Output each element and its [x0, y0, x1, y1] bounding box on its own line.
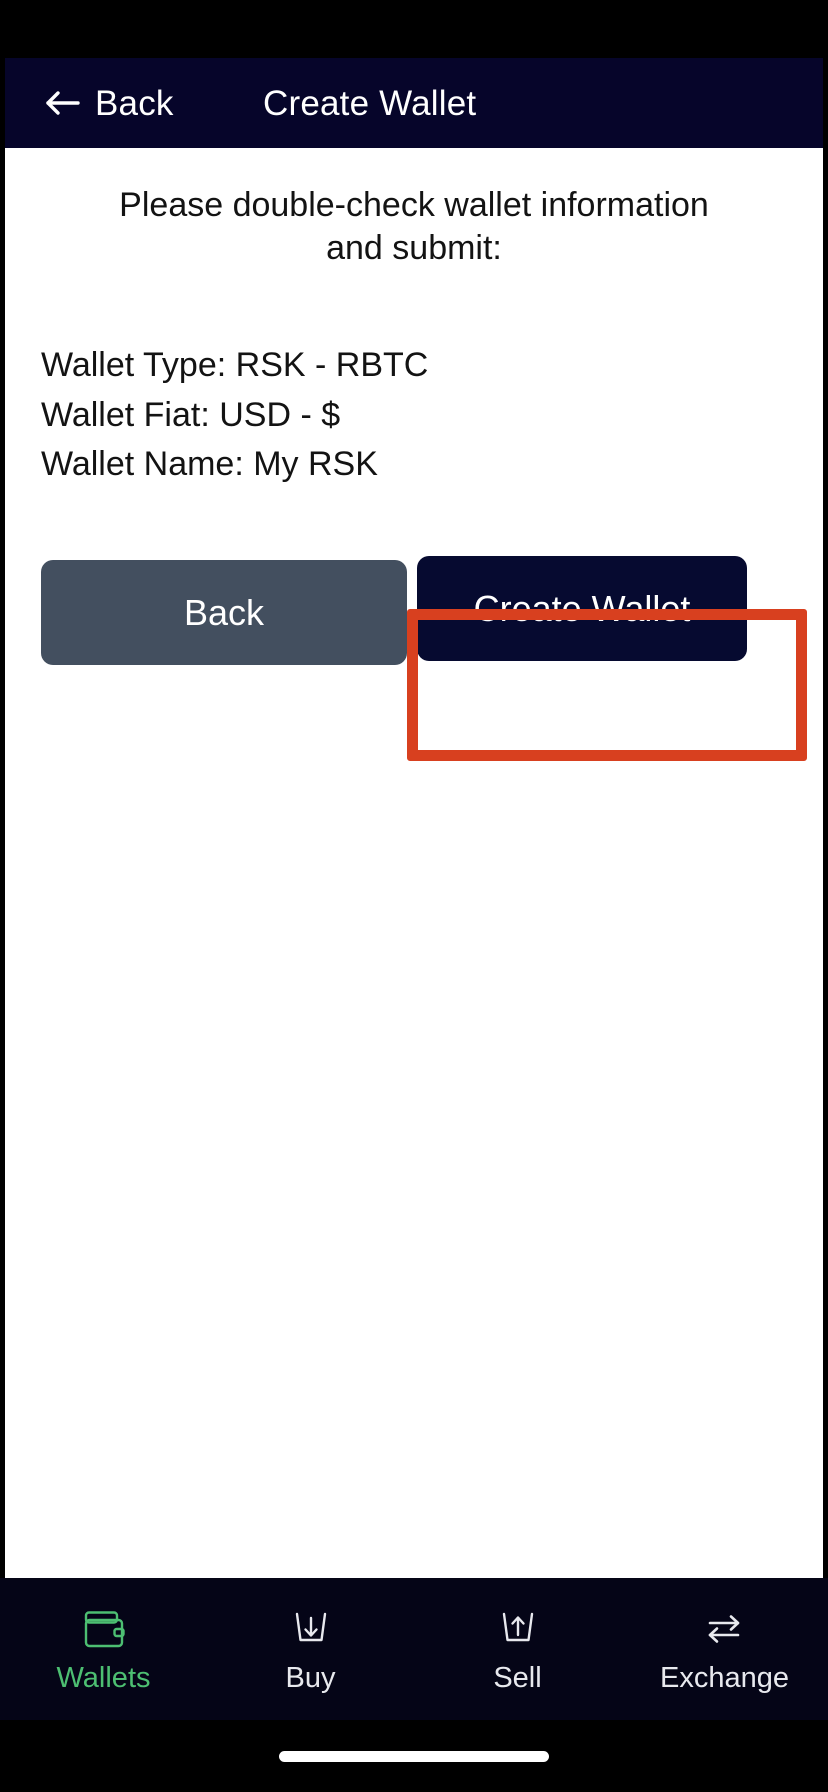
tab-exchange-label: Exchange [660, 1662, 789, 1694]
phone-screen: Back Create Wallet Please double-check w… [0, 0, 828, 1792]
wallet-type-row: Wallet Type: RSK - RBTC [41, 346, 429, 384]
tab-wallets-label: Wallets [56, 1662, 151, 1694]
swap-arrows-icon [702, 1606, 748, 1654]
tab-sell-label: Sell [493, 1662, 542, 1694]
create-wallet-button[interactable]: Create Wallet [417, 556, 747, 661]
confirmation-prompt: Please double-check wallet information a… [119, 186, 709, 267]
header-back-label: Back [95, 83, 174, 123]
home-indicator[interactable] [279, 1750, 549, 1762]
tray-arrow-down-icon [288, 1606, 334, 1654]
action-buttons: Back Create Wallet [41, 556, 791, 665]
status-bar [0, 0, 828, 58]
header-back-button[interactable]: Back [45, 86, 174, 121]
wallet-name-row: Wallet Name: My RSK [41, 445, 378, 484]
tab-wallets[interactable]: Wallets [0, 1578, 207, 1693]
back-button[interactable]: Back [41, 560, 407, 665]
tab-sell[interactable]: Sell [414, 1578, 621, 1693]
wallet-summary: Wallet Type: RSK - RBTC Wallet Fiat: USD… [5, 341, 823, 490]
tray-arrow-up-icon [495, 1606, 541, 1654]
tab-buy-label: Buy [285, 1662, 336, 1694]
bottom-tab-bar: Wallets Buy Sell Exchange [0, 1578, 828, 1720]
wallet-fiat-row: Wallet Fiat: USD - $ [41, 395, 341, 434]
create-wallet-button-wrapper: Create Wallet [417, 556, 747, 661]
arrow-left-icon [45, 88, 81, 118]
tab-buy[interactable]: Buy [207, 1578, 414, 1693]
app-header: Back Create Wallet [5, 58, 823, 148]
home-indicator-area [0, 1720, 828, 1792]
wallet-icon [81, 1606, 127, 1654]
page-title: Create Wallet [263, 83, 477, 123]
tab-exchange[interactable]: Exchange [621, 1578, 828, 1693]
main-content: Please double-check wallet information a… [5, 148, 823, 1578]
